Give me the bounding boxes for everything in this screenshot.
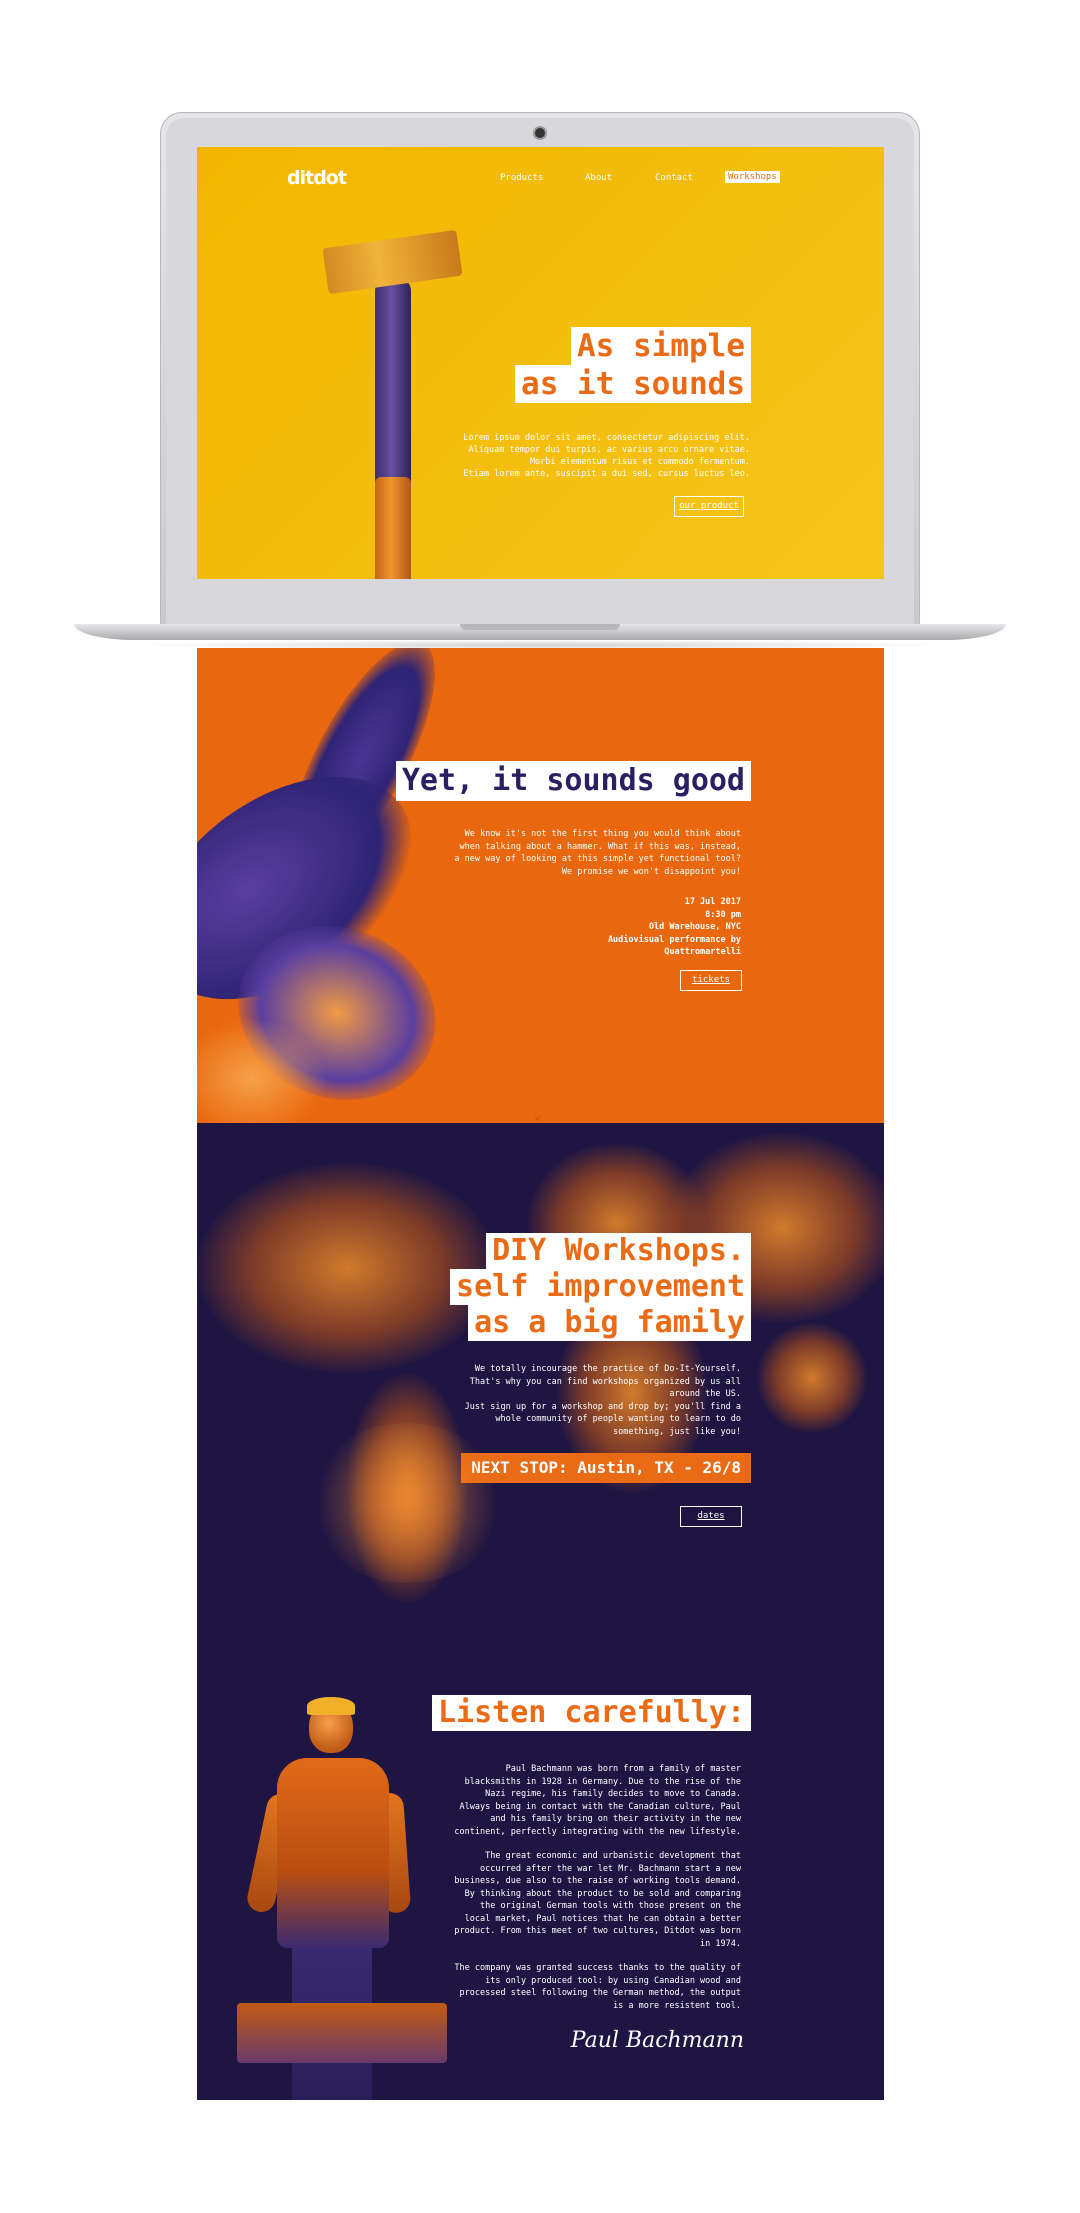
hero-text: Lorem ipsum dolor sit amet, consectetur …: [460, 432, 750, 480]
nav-contact[interactable]: Contact: [655, 173, 693, 183]
event-date: 17 Jul 2017: [684, 897, 741, 907]
story-text-line: processed steel following the German met…: [459, 1988, 741, 1998]
story-text-line: By thinking about the product to be sold…: [464, 1888, 741, 1899]
hero-text-line: Morbi elementum risus et commodo ferment…: [529, 457, 750, 467]
event-text-line: We know it's not the first thing you wou…: [464, 829, 741, 839]
workshops-title-line2: self improvement: [450, 1269, 751, 1305]
story-text-line: Always being in contact with the Canadia…: [459, 1801, 741, 1812]
story-text-line: Paul Bachmann was born from a family of …: [505, 1764, 741, 1774]
laptop-notch: [460, 624, 620, 630]
blacksmith-photo: [237, 1697, 447, 2100]
workshops-text-line: whole community of people wanting to lea…: [495, 1414, 741, 1424]
next-stop-banner: NEXT STOP: Austin, TX - 26/8: [461, 1453, 751, 1483]
nav-products[interactable]: Products: [500, 173, 543, 183]
workshops-title-line1: DIY Workshops.: [486, 1233, 751, 1269]
workshops-text-line: We totally incourage the practice of Do-…: [474, 1364, 741, 1374]
hammer-grip-image: [375, 477, 411, 579]
story-text-line: the original German tools with those pre…: [480, 1901, 741, 1911]
workshops-text: We totally incourage the practice of Do-…: [451, 1363, 741, 1438]
story-text: Paul Bachmann was born from a family of …: [441, 1763, 741, 2012]
forge-glow: [307, 1423, 507, 1583]
camera-icon: [535, 128, 545, 138]
story-text-line: The great economic and urbanistic develo…: [485, 1851, 741, 1861]
hero-title-line1: As simple: [571, 327, 751, 365]
event-text-line: when talking about a hammer. What if thi…: [459, 841, 741, 852]
blacksmith-photo-part: [307, 1697, 355, 1715]
event-title-text: Yet, it sounds good: [395, 761, 751, 801]
workshops-text-line: around the US.: [669, 1389, 741, 1399]
story-text-line: its only produced tool: by using Canadia…: [485, 1975, 741, 1986]
hammer-head-image: [322, 229, 463, 295]
story-text-line: blacksmiths in 1928 in Germany. Due to t…: [464, 1776, 741, 1787]
signature: Paul Bachmann: [570, 2028, 744, 2053]
story-text-line: local market, Paul notices that he can o…: [464, 1913, 741, 1924]
hero-text-line: Lorem ipsum dolor sit amet, consectetur …: [463, 433, 750, 443]
story-text-line: in 1974.: [700, 1938, 741, 1949]
tickets-button[interactable]: tickets: [680, 970, 742, 991]
dates-button[interactable]: dates: [680, 1506, 742, 1527]
our-product-button[interactable]: our product: [674, 496, 744, 517]
workshops-text-line: something, just like you!: [613, 1426, 741, 1437]
hero-title-line2: as it sounds: [515, 365, 751, 403]
event-venue: Old Warehouse, NYC: [648, 922, 741, 932]
story-text-line: business, due also to the raise of worki…: [454, 1876, 741, 1886]
workshops-title: DIY Workshops. self improvement as a big…: [450, 1233, 751, 1341]
workshops-text-line: That's why you can find workshops organi…: [469, 1376, 741, 1387]
anvil-image: [237, 2003, 447, 2063]
hero-text-line: Aliquam tempor dui turpis, ac varius arc…: [468, 445, 750, 455]
workshops-text-line: Just sign up for a workshop and drop by;…: [464, 1401, 741, 1412]
event-text: We know it's not the first thing you wou…: [441, 828, 741, 878]
event-time: 8:30 pm: [705, 909, 741, 920]
logo[interactable]: ditdot: [287, 167, 347, 189]
event-section: Yet, it sounds good We know it's not the…: [197, 648, 884, 1123]
story-text-line: continent, perfectly integrating with th…: [454, 1826, 741, 1837]
hero-text-line: Etiam lorem ante, suscipit a dui sed, cu…: [463, 469, 750, 479]
story-text-line: and his family bring on their activity i…: [490, 1814, 741, 1824]
hero-section: ditdot Products About Contact Workshops …: [197, 147, 884, 579]
event-text-line: We promise we won't disappoint you!: [561, 866, 741, 877]
nav-workshops[interactable]: Workshops: [725, 171, 780, 183]
event-title: Yet, it sounds good: [395, 761, 751, 801]
nav-about[interactable]: About: [585, 173, 612, 183]
blacksmith-photo-part: [277, 1758, 389, 1948]
workshops-section: DIY Workshops. self improvement as a big…: [197, 1123, 884, 2100]
story-title-text: Listen carefully:: [431, 1695, 751, 1731]
story-title: Listen carefully:: [431, 1695, 751, 1731]
chevron-down-icon[interactable]: ⌄: [534, 1108, 541, 1122]
story-text-line: Nazi regime, his family decides to move …: [485, 1789, 741, 1799]
hero-title: As simple as it sounds: [515, 327, 751, 403]
story-text-line: product. From this meet of two cultures,…: [454, 1926, 741, 1936]
workshops-title-line3: as a big family: [468, 1305, 751, 1341]
world-map-image: [757, 1323, 867, 1433]
event-text-line: a new way of looking at this simple yet …: [454, 854, 741, 864]
event-performance: Audiovisual performance by: [607, 934, 741, 945]
story-text-line: occurred after the war let Mr. Bachmann …: [480, 1863, 741, 1874]
story-text-line: The company was granted success thanks t…: [454, 1963, 741, 1973]
story-text-line: is a more resistent tool.: [613, 2000, 741, 2011]
event-performer: Quattromartelli: [664, 947, 741, 957]
event-details: 17 Jul 2017 8:30 pm Old Warehouse, NYC A…: [541, 896, 741, 959]
